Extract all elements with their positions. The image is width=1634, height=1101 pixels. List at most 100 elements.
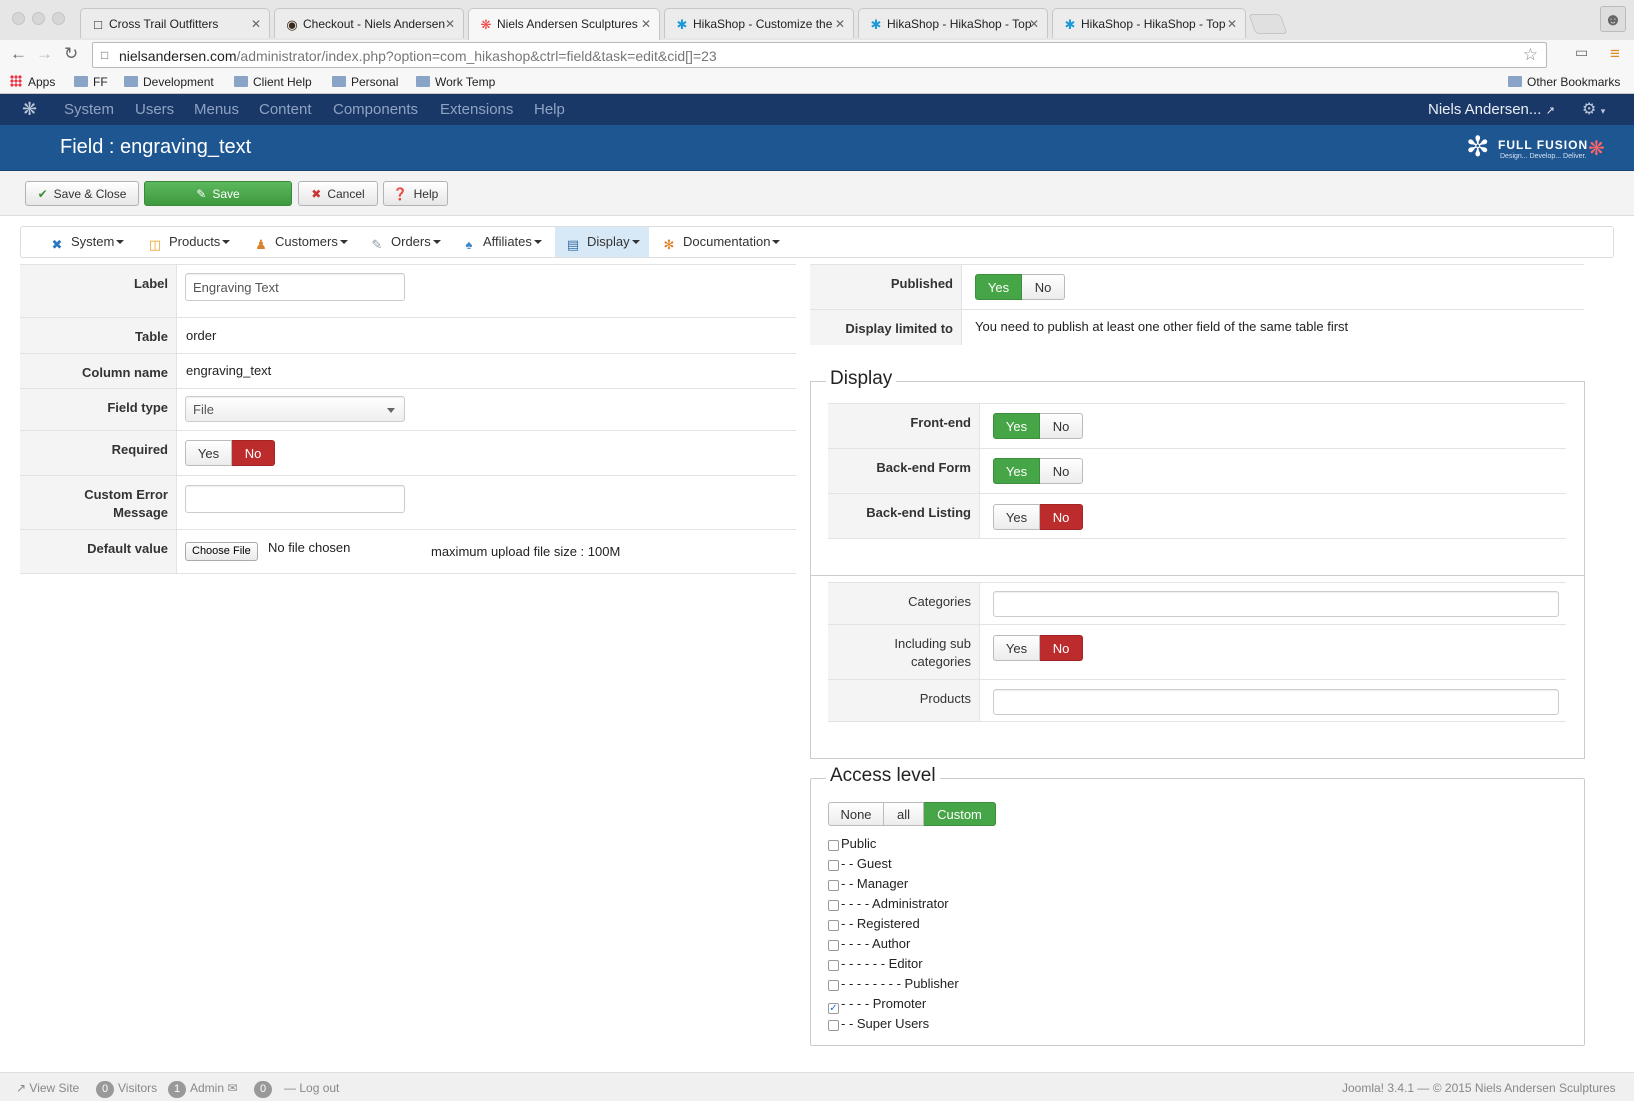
frontend-yes[interactable]: Yes: [993, 413, 1040, 439]
user-menu[interactable]: Niels Andersen... ↗: [1428, 101, 1555, 118]
backend-form-yes[interactable]: Yes: [993, 458, 1040, 484]
maximize-window-button[interactable]: [52, 12, 65, 25]
access-group-item[interactable]: - - - - - - Editor: [828, 956, 923, 971]
choose-file-button[interactable]: Choose File: [185, 542, 258, 561]
admin-menu-help[interactable]: Help: [534, 101, 565, 118]
checkbox-icon[interactable]: [828, 940, 839, 951]
help-button[interactable]: ❓ Help: [383, 181, 448, 206]
access-group-item[interactable]: Public: [828, 836, 876, 851]
access-group-item[interactable]: - - - - Administrator: [828, 896, 949, 911]
gear-icon[interactable]: ⚙ ▾: [1582, 99, 1605, 119]
menu-icon[interactable]: ≡: [1610, 44, 1620, 64]
checkbox-icon[interactable]: [828, 1020, 839, 1031]
categories-input[interactable]: [993, 591, 1559, 617]
logout-link[interactable]: — Log out: [284, 1081, 339, 1095]
checkbox-icon[interactable]: [828, 920, 839, 931]
backend-listing-no[interactable]: No: [1040, 504, 1083, 530]
access-custom-button[interactable]: Custom: [924, 802, 996, 826]
envelope-icon[interactable]: ✉: [227, 1081, 237, 1095]
view-site-link[interactable]: ↗ View Site: [16, 1081, 79, 1095]
checkbox-icon[interactable]: [828, 860, 839, 871]
bookmark-star-icon[interactable]: ☆: [1523, 45, 1538, 65]
access-group-item[interactable]: - - - - - - - - Publisher: [828, 976, 959, 991]
checkbox-checked-icon[interactable]: ✓: [828, 1003, 839, 1014]
bookmark-personal[interactable]: Personal: [332, 75, 398, 89]
cast-icon[interactable]: ▭: [1575, 44, 1588, 61]
access-group-item[interactable]: - - Manager: [828, 876, 908, 891]
close-tab-icon[interactable]: ✕: [251, 17, 261, 31]
published-no[interactable]: No: [1022, 274, 1065, 300]
profile-icon[interactable]: ☻: [1600, 6, 1626, 32]
admin-menu-system[interactable]: System: [64, 101, 114, 118]
hika-menu-system[interactable]: ✖ System: [49, 227, 145, 257]
access-none-button[interactable]: None: [828, 802, 884, 826]
browser-tab[interactable]: ✱ HikaShop - HikaShop - Top ✕: [858, 8, 1048, 38]
bookmark-other[interactable]: Other Bookmarks: [1508, 75, 1620, 89]
field-type-select[interactable]: File: [185, 396, 405, 422]
checkbox-icon[interactable]: [828, 960, 839, 971]
admin-menu-components[interactable]: Components: [333, 101, 418, 118]
close-tab-icon[interactable]: ✕: [835, 17, 845, 31]
close-window-button[interactable]: [12, 12, 25, 25]
browser-tab-active[interactable]: ❋ Niels Andersen Sculptures ✕: [468, 8, 660, 40]
backend-listing-yes[interactable]: Yes: [993, 504, 1040, 530]
bookmark-client-help[interactable]: Client Help: [234, 75, 312, 89]
browser-tab[interactable]: ◉ Checkout - Niels Andersen ✕: [274, 8, 464, 38]
checkbox-icon[interactable]: [828, 980, 839, 991]
minimize-window-button[interactable]: [32, 12, 45, 25]
custom-error-input[interactable]: [185, 485, 405, 513]
hika-menu-orders[interactable]: ✎ Orders: [369, 227, 465, 257]
close-tab-icon[interactable]: ✕: [1227, 17, 1237, 31]
backend-form-no[interactable]: No: [1040, 458, 1083, 484]
admin-menu-content[interactable]: Content: [259, 101, 312, 118]
access-group-item[interactable]: - - Super Users: [828, 1016, 929, 1031]
access-group-item[interactable]: ✓ - - - - Promoter: [828, 996, 926, 1014]
including-sub-yes[interactable]: Yes: [993, 635, 1040, 661]
back-arrow-icon[interactable]: ←: [10, 44, 27, 64]
reload-icon[interactable]: ↻: [64, 44, 78, 64]
hika-menu-products[interactable]: ◫ Products: [147, 227, 257, 257]
bookmark-work-temp[interactable]: Work Temp: [416, 75, 495, 89]
menu-label: Affiliates: [483, 234, 532, 249]
save-button[interactable]: ✎ Save: [144, 181, 292, 206]
hika-menu-display[interactable]: ▤ Display: [555, 227, 649, 257]
label-input[interactable]: Engraving Text: [185, 273, 405, 301]
browser-tab[interactable]: ✱ HikaShop - HikaShop - Top ✕: [1052, 8, 1246, 38]
products-input[interactable]: [993, 689, 1559, 715]
checkbox-icon[interactable]: [828, 900, 839, 911]
joomla-logo-icon[interactable]: ❋: [22, 99, 37, 120]
checkbox-icon[interactable]: [828, 880, 839, 891]
required-no[interactable]: No: [232, 440, 275, 466]
admin-menu-menus[interactable]: Menus: [194, 101, 239, 118]
access-group-item[interactable]: - - Guest: [828, 856, 892, 871]
new-tab-button[interactable]: [1248, 14, 1288, 34]
browser-tab[interactable]: ✱ HikaShop - Customize the ✕: [664, 8, 854, 38]
access-all-button[interactable]: all: [884, 802, 924, 826]
frontend-no[interactable]: No: [1040, 413, 1083, 439]
status-footer: ↗ View Site 0 Visitors 1 Admin ✉ 0 — Log o…: [0, 1072, 1634, 1101]
bookmark-development[interactable]: Development: [124, 75, 214, 89]
save-close-button[interactable]: ✔ Save & Close: [25, 181, 139, 206]
edit-icon: ✎: [196, 187, 207, 201]
checkbox-icon[interactable]: [828, 840, 839, 851]
admin-menu-extensions[interactable]: Extensions: [440, 101, 513, 118]
admin-menu-users[interactable]: Users: [135, 101, 174, 118]
required-yes[interactable]: Yes: [185, 440, 232, 466]
access-group-item[interactable]: - - Registered: [828, 916, 920, 931]
including-sub-no[interactable]: No: [1040, 635, 1083, 661]
bookmark-ff[interactable]: FF: [74, 75, 108, 89]
browser-tab[interactable]: □ Cross Trail Outfitters ✕: [80, 8, 270, 38]
cancel-button[interactable]: ✖ Cancel: [298, 181, 378, 206]
hika-menu-customers[interactable]: ♟ Customers: [253, 227, 371, 257]
close-tab-icon[interactable]: ✕: [641, 17, 651, 31]
address-bar[interactable]: □ nielsandersen.com/administrator/index.…: [92, 42, 1547, 68]
messages-status[interactable]: 0: [254, 1081, 276, 1098]
bookmark-apps[interactable]: Apps: [10, 75, 55, 89]
published-yes[interactable]: Yes: [975, 274, 1022, 300]
close-tab-icon[interactable]: ✕: [445, 17, 455, 31]
close-tab-icon[interactable]: ✕: [1029, 17, 1039, 31]
forward-arrow-icon[interactable]: →: [36, 44, 53, 64]
hika-menu-documentation[interactable]: ✻ Documentation: [661, 227, 801, 257]
hika-menu-affiliates[interactable]: ♠ Affiliates: [461, 227, 569, 257]
access-group-item[interactable]: - - - - Author: [828, 936, 910, 951]
